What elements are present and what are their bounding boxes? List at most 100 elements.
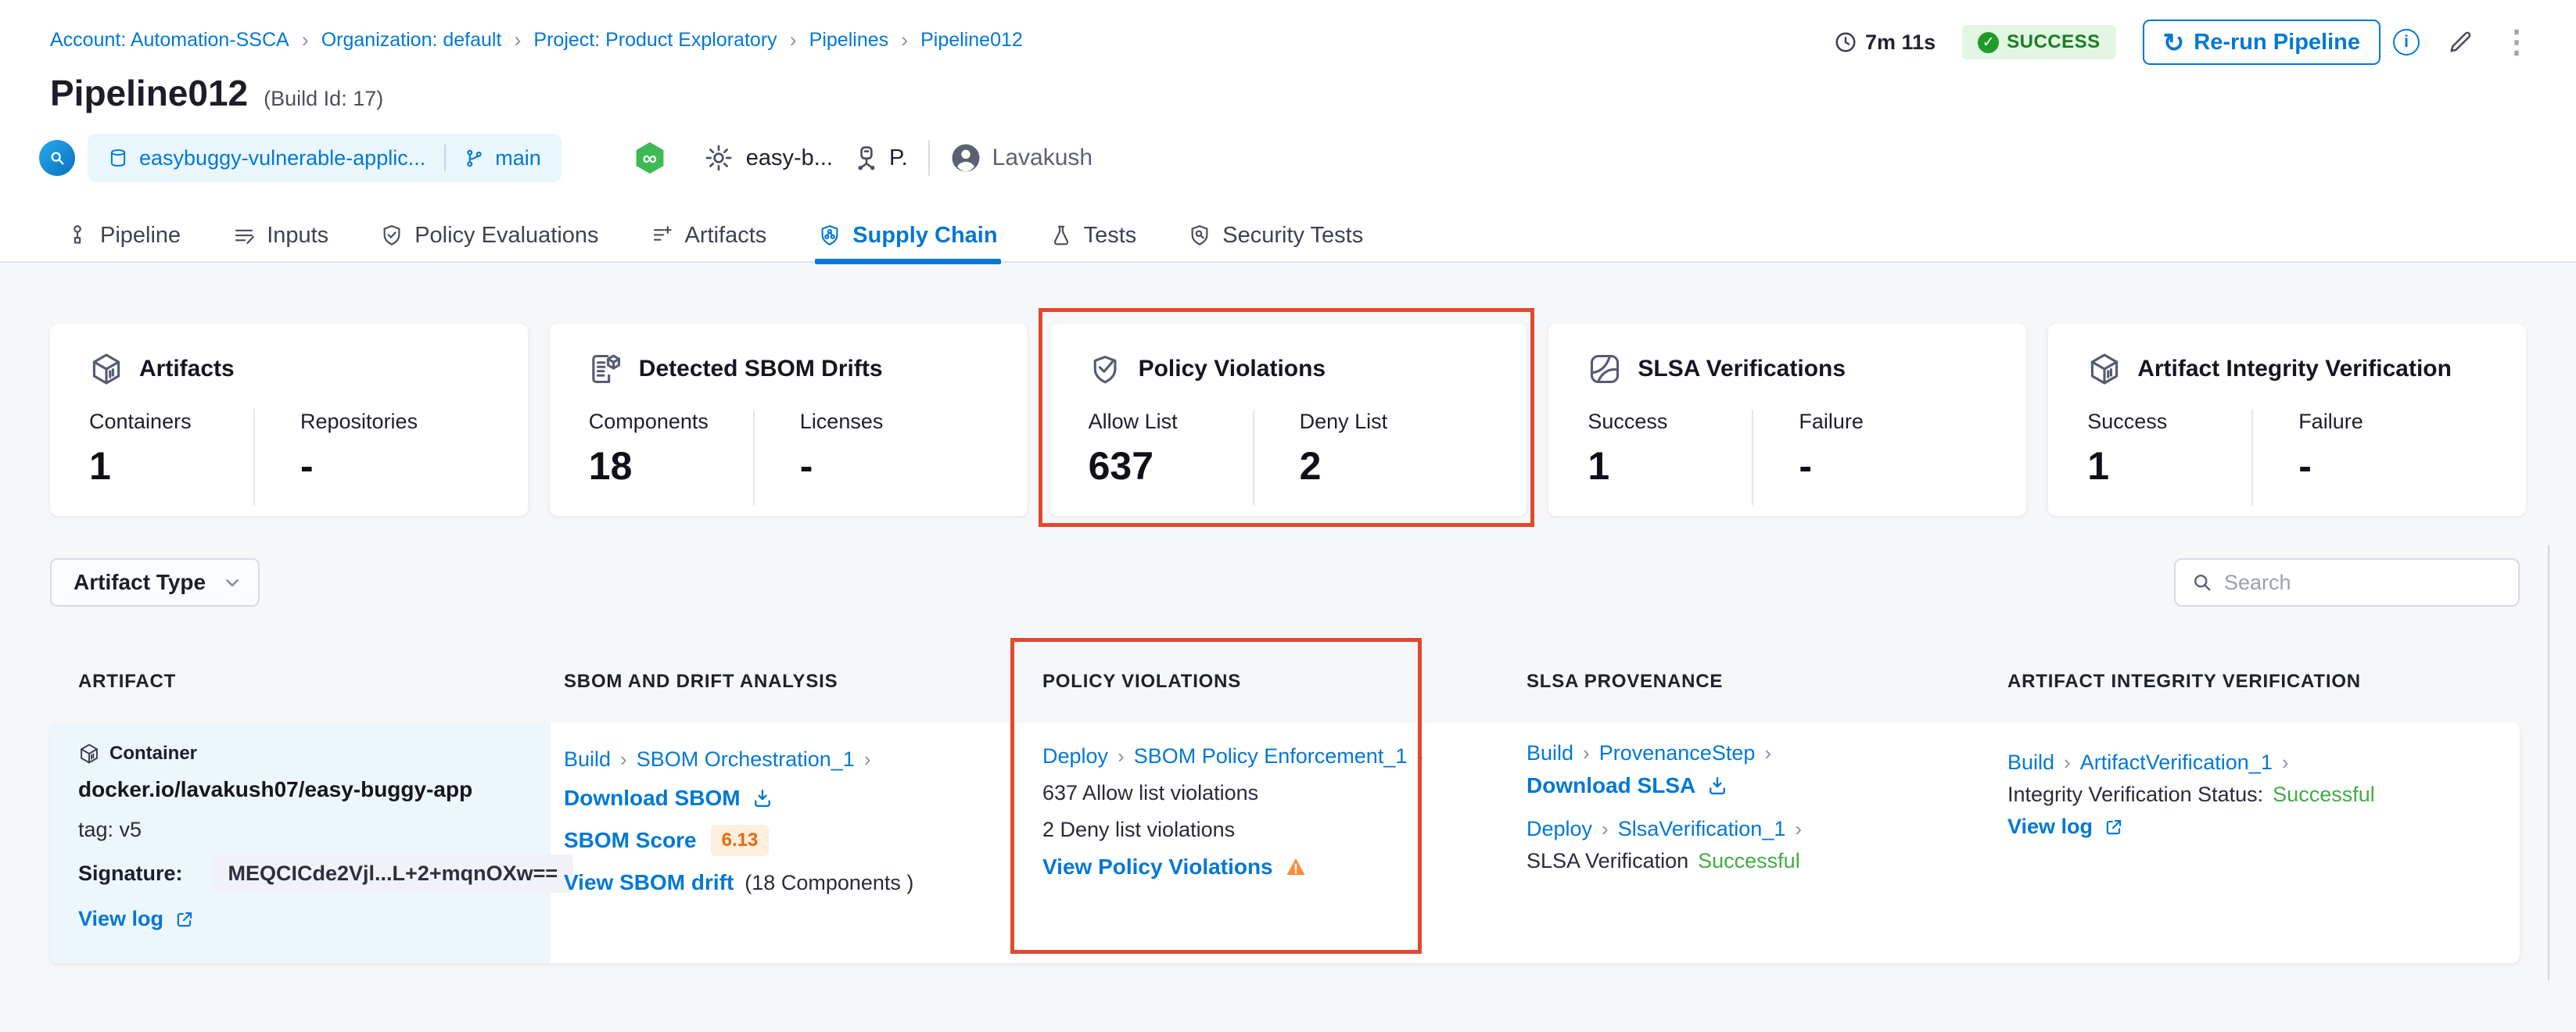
breadcrumb-pipelines[interactable]: Pipelines bbox=[809, 29, 888, 52]
metric-value: - bbox=[1799, 443, 1864, 489]
artifact-type-badge: Container bbox=[109, 743, 197, 765]
integrity-status-label: Integrity Verification Status: bbox=[2007, 783, 2263, 807]
step-link[interactable]: ProvenanceStep bbox=[1599, 741, 1756, 765]
download-sbom-link[interactable]: Download SBOM bbox=[564, 786, 741, 811]
signature-value[interactable]: MEQCICde2Vjl...L+2+mqnOXw== bbox=[213, 855, 574, 893]
tab-tests[interactable]: Tests bbox=[1049, 208, 1137, 263]
breadcrumb-organization[interactable]: Organization: default bbox=[321, 29, 502, 52]
breadcrumb: Account: Automation-SSCA › Organization:… bbox=[50, 28, 1023, 52]
stage-link[interactable]: Deploy bbox=[1042, 744, 1108, 769]
tab-label: Policy Evaluations bbox=[414, 223, 598, 249]
view-policy-violations-link[interactable]: View Policy Violations bbox=[1042, 855, 1273, 880]
metric-value: 637 bbox=[1089, 443, 1253, 489]
metric-label: Failure bbox=[2298, 410, 2363, 434]
step-link[interactable]: SBOM Policy Enforcement_1 bbox=[1134, 744, 1408, 769]
card-sbom-drifts: Detected SBOM Drifts Components18 Licens… bbox=[550, 324, 1028, 516]
metric-value: 18 bbox=[589, 443, 753, 489]
stage-link[interactable]: Build bbox=[2007, 751, 2054, 775]
step-link[interactable]: SlsaVerification_1 bbox=[1618, 817, 1786, 841]
tab-label: Artifacts bbox=[685, 223, 767, 249]
view-log-link[interactable]: View log bbox=[78, 907, 163, 931]
metric-label: Success bbox=[2087, 410, 2251, 434]
run-duration-value: 7m 11s bbox=[1865, 30, 1936, 55]
sbom-score-badge: 6.13 bbox=[711, 825, 770, 856]
page-title: Pipeline012 bbox=[50, 72, 248, 114]
breadcrumb-pipeline012[interactable]: Pipeline012 bbox=[920, 29, 1023, 52]
rerun-pipeline-label: Re-run Pipeline bbox=[2194, 30, 2360, 56]
external-link-icon bbox=[2104, 817, 2124, 837]
chevron-right-icon: › bbox=[1795, 817, 1802, 841]
info-icon[interactable]: i bbox=[2393, 29, 2420, 56]
chevron-right-icon: › bbox=[1764, 741, 1771, 765]
chevron-down-icon bbox=[222, 572, 242, 593]
run-status-cluster: 7m 11s ✓ SUCCESS ↻ Re-run Pipeline i ⋮ bbox=[1834, 17, 2532, 67]
artifact-type-dropdown[interactable]: Artifact Type bbox=[50, 558, 260, 607]
container-cube-icon bbox=[78, 743, 100, 765]
chevron-right-icon: › bbox=[901, 28, 908, 52]
git-branch-icon bbox=[465, 149, 484, 168]
download-icon bbox=[1706, 775, 1728, 797]
tab-bar: Pipeline Inputs Policy Evaluations Artif… bbox=[66, 208, 1363, 263]
tab-policy-evaluations[interactable]: Policy Evaluations bbox=[380, 208, 598, 263]
table-header-row: ARTIFACT SBOM AND DRIFT ANALYSIS POLICY … bbox=[0, 671, 2576, 694]
trigger-webhook-icon bbox=[39, 140, 75, 176]
chevron-right-icon: › bbox=[790, 28, 797, 52]
stage-link[interactable]: Deploy bbox=[1527, 817, 1592, 841]
chevron-right-icon: › bbox=[1118, 744, 1125, 769]
breadcrumb-project[interactable]: Project: Product Exploratory bbox=[533, 29, 777, 52]
branch-name-link[interactable]: main bbox=[495, 146, 541, 170]
slsa-status-label: SLSA Verification bbox=[1527, 849, 1688, 873]
stage-link[interactable]: Build bbox=[564, 747, 611, 772]
title-row: Pipeline012 (Build Id: 17) bbox=[50, 72, 383, 114]
metric-label: Allow List bbox=[1089, 410, 1253, 434]
breadcrumb-account[interactable]: Account: Automation-SSCA bbox=[50, 29, 289, 52]
integrity-status-value: Successful bbox=[2273, 783, 2375, 807]
pill-divider bbox=[444, 145, 446, 171]
card-slsa-verifications: SLSA Verifications Success1 Failure- bbox=[1548, 324, 2026, 516]
artifact-image-name: docker.io/lavakush07/easy-buggy-app bbox=[78, 777, 573, 802]
card-artifacts: Artifacts Containers1 Repositories- bbox=[50, 324, 528, 516]
sbom-score-link[interactable]: SBOM Score bbox=[564, 828, 697, 853]
more-options-kebab-icon[interactable]: ⋮ bbox=[2501, 27, 2532, 58]
tab-supply-chain[interactable]: Supply Chain bbox=[818, 208, 997, 263]
tab-artifacts[interactable]: Artifacts bbox=[651, 208, 767, 263]
tab-pipeline[interactable]: Pipeline bbox=[66, 208, 181, 263]
step-link[interactable]: ArtifactVerification_1 bbox=[2080, 751, 2273, 775]
cell-slsa-provenance: Build › ProvenanceStep › Download SLSA D… bbox=[1527, 722, 1811, 963]
chevron-right-icon: › bbox=[864, 747, 871, 772]
user-name-label: Lavakush bbox=[992, 145, 1092, 171]
chevron-right-icon: › bbox=[1416, 744, 1423, 769]
allow-list-violations: 637 Allow list violations bbox=[1042, 781, 1433, 805]
col-header-integrity: ARTIFACT INTEGRITY VERIFICATION bbox=[2007, 671, 2361, 693]
metric-label: Failure bbox=[1799, 410, 1864, 434]
card-policy-violations: Policy Violations Allow List637 Deny Lis… bbox=[1049, 324, 1527, 516]
chevron-right-icon: › bbox=[1583, 741, 1590, 765]
tab-inputs[interactable]: Inputs bbox=[232, 208, 328, 263]
warning-triangle-icon bbox=[1284, 855, 1308, 879]
stage-link[interactable]: Build bbox=[1527, 741, 1573, 765]
metric-label: Deny List bbox=[1300, 410, 1388, 434]
metric-value: 1 bbox=[89, 443, 253, 489]
tab-security-tests[interactable]: Security Tests bbox=[1188, 208, 1363, 263]
summary-cards-row: Artifacts Containers1 Repositories- Dete… bbox=[50, 324, 2526, 516]
step-link[interactable]: SBOM Orchestration_1 bbox=[637, 747, 855, 772]
cell-sbom-drift: Build › SBOM Orchestration_1 › Download … bbox=[564, 722, 913, 963]
supply-chain-page: Account: Automation-SSCA › Organization:… bbox=[0, 0, 2576, 1032]
rerun-pipeline-button[interactable]: ↻ Re-run Pipeline bbox=[2143, 20, 2380, 65]
execution-meta-row: easybuggy-vulnerable-applic... main ∞ ea… bbox=[39, 133, 1092, 183]
card-title: Artifact Integrity Verification bbox=[2137, 356, 2452, 382]
view-sbom-drift-link[interactable]: View SBOM drift bbox=[564, 870, 734, 895]
external-link-icon bbox=[174, 909, 195, 930]
tab-label: Inputs bbox=[267, 223, 328, 249]
view-log-link[interactable]: View log bbox=[2007, 815, 2093, 839]
metric-divider bbox=[1253, 410, 1254, 505]
chevron-right-icon: › bbox=[1602, 817, 1609, 841]
cell-artifact: Container docker.io/lavakush07/easy-bugg… bbox=[78, 722, 573, 963]
search-input[interactable] bbox=[2224, 571, 2482, 595]
download-slsa-link[interactable]: Download SLSA bbox=[1527, 773, 1695, 798]
repo-name-link[interactable]: easybuggy-vulnerable-applic... bbox=[139, 146, 425, 170]
refresh-icon: ↻ bbox=[2163, 27, 2185, 58]
gear-icon bbox=[704, 143, 734, 173]
clock-icon bbox=[1834, 30, 1857, 54]
edit-pencil-icon[interactable] bbox=[2446, 28, 2474, 56]
